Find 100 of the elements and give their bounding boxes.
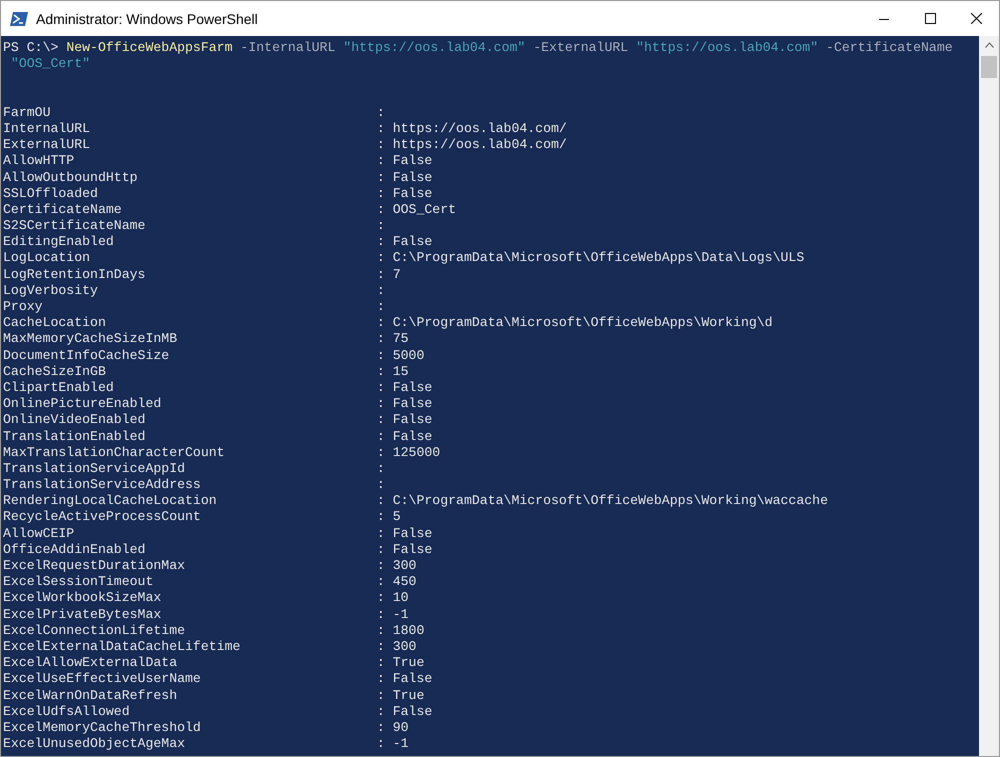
property-value: 5 [392,509,402,526]
separator-colon: : [376,590,385,607]
separator-colon: : [376,736,385,752]
property-value: 90 [392,720,410,736]
property-name: LogRetentionInDays [3,266,146,283]
property-name: AllowOutboundHttp [3,170,139,186]
property-name: Proxy [3,299,44,316]
property-value: False [392,170,434,186]
property-name: MaxMemoryCacheSizeInMB [3,331,178,348]
property-name: ExcelRequestDurationMax [3,558,186,574]
property-value: 5000 [392,348,426,364]
separator-colon: : [376,364,385,380]
separator-colon: : [376,331,385,348]
property-name: ExcelWorkbookSizeMax [3,590,162,607]
property-value: False [392,671,434,688]
property-value: True [392,655,426,672]
maximize-icon [924,13,936,24]
separator-colon: : [376,266,385,283]
property-value: False [392,153,434,170]
caret-up-icon [984,42,994,48]
property-value: 7 [392,266,402,283]
separator-colon: : [376,428,385,445]
separator-colon: : [376,218,385,234]
property-name: RecycleActiveProcessCount [3,509,202,526]
property-name: ExcelAllowExternalData [3,655,178,672]
separator-colon: : [376,202,385,218]
property-value: https://oos.lab04.com/ [392,137,568,154]
separator-colon: : [376,282,385,300]
property-name: OnlineVideoEnabled [3,412,146,429]
property-name: AllowHTTP [3,153,76,170]
property-value: 300 [392,638,418,656]
separator-colon: : [376,250,385,267]
property-name: CacheSizeInGB [3,364,107,380]
separator-colon: : [376,493,385,510]
property-name: LogVerbosity [3,282,99,300]
separator-colon: : [376,120,385,138]
property-value: 300 [392,558,418,574]
separator-colon: : [376,542,385,558]
property-value: False [392,396,434,412]
separator-colon: : [376,477,385,494]
separator-colon: : [376,638,385,656]
separator-colon: : [376,104,385,121]
property-value: False [392,526,434,542]
separator-colon: : [376,234,385,250]
property-value: False [392,412,434,429]
separator-colon: : [376,606,385,623]
property-name: ExcelWarnOnDataRefresh [3,688,178,704]
separator-colon: : [376,299,385,316]
separator-colon: : [376,688,385,704]
separator-colon: : [376,720,385,736]
prompt-text: PS C:\> [3,40,58,56]
property-name: ExcelUseEffectiveUserName [3,671,202,688]
property-name: OfficeAddinEnabled [3,542,146,558]
property-value: False [392,542,434,558]
separator-colon: : [376,655,385,672]
property-name: DocumentInfoCacheSize [3,348,170,364]
separator-colon: : [376,153,385,170]
property-value: 125000 [392,444,442,461]
property-name: EditingEnabled [3,234,115,250]
separator-colon: : [376,186,385,202]
separator-colon: : [376,526,385,542]
property-name: TranslationServiceAddress [3,477,202,494]
property-name: ExcelUdfsAllowed [3,704,131,720]
property-name: FarmOU [3,104,52,121]
property-value: OOS_Cert [392,202,458,218]
property-name: RenderingLocalCacheLocation [3,493,218,510]
property-value: 15 [392,364,410,380]
property-value: False [392,380,434,396]
parameter-name: -InternalURL [240,40,336,56]
powershell-icon [10,10,28,28]
property-value: 75 [392,331,410,348]
scrollbar[interactable] [979,36,999,756]
property-value: https://oos.lab04.com/ [392,120,568,138]
separator-colon: : [376,460,385,478]
parameter-name: -ExternalURL [533,40,628,56]
command-name: New-OfficeWebAppsFarm [66,40,233,56]
separator-colon: : [376,380,385,396]
property-name: ExcelUnusedObjectAgeMax [3,736,186,752]
property-value: True [392,688,426,704]
window-title: Administrator: Windows PowerShell [36,10,259,26]
property-value: False [392,234,434,250]
property-value: 450 [392,574,418,590]
property-name: SSLOffloaded [3,186,99,202]
property-name: CacheLocation [3,315,107,332]
separator-colon: : [376,622,385,639]
property-name: ExcelSessionTimeout [3,574,154,590]
scroll-thumb[interactable] [981,56,997,78]
separator-colon: : [376,509,385,526]
separator-colon: : [376,671,385,688]
property-name: InternalURL [3,120,92,138]
string-argument: "OOS_Cert" [10,56,90,72]
property-name: ExternalURL [3,137,92,154]
separator-colon: : [376,704,385,720]
property-value: 1800 [392,622,426,639]
property-name: OnlinePictureEnabled [3,396,162,412]
separator-colon: : [376,574,385,590]
separator-colon: : [376,137,385,154]
property-name: S2SCertificateName [3,218,146,234]
property-name: ExcelConnectionLifetime [3,622,186,639]
property-name: TranslationEnabled [3,428,146,445]
